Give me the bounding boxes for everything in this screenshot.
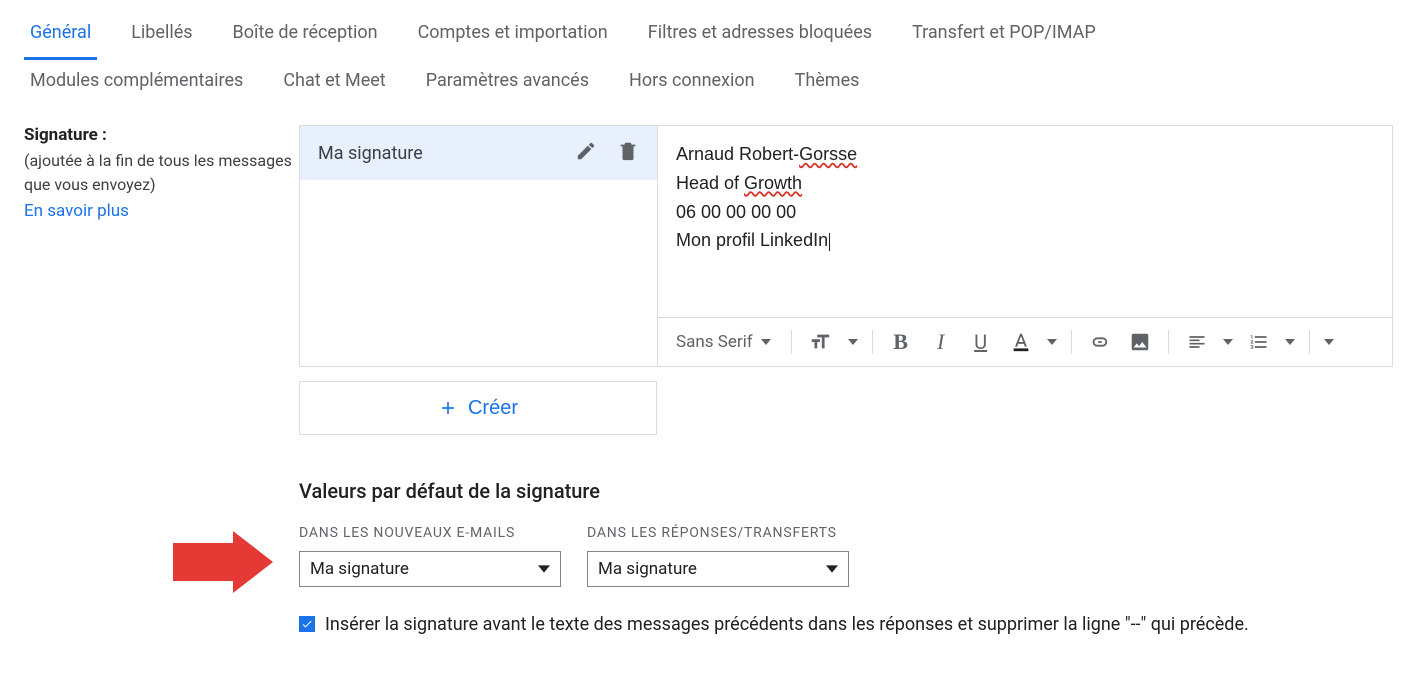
separator	[1309, 330, 1310, 354]
signature-item-actions	[575, 140, 639, 166]
signature-title: Signature :	[24, 125, 299, 145]
tab-general[interactable]: Général	[24, 12, 97, 60]
numbered-list-button[interactable]	[1245, 328, 1273, 356]
settings-tabs: Général Libellés Boîte de réception Comp…	[0, 0, 1417, 105]
signature-editor: Ma signature Arnaud Robert-Gorsse Head o…	[299, 125, 1393, 367]
sig-phone: 06 00 00 00 00	[676, 198, 1374, 227]
plus-icon	[438, 398, 458, 418]
signature-item-name: Ma signature	[318, 143, 423, 164]
tab-chat[interactable]: Chat et Meet	[277, 60, 391, 105]
separator	[791, 330, 792, 354]
caret-down-icon	[1047, 339, 1057, 345]
signature-textarea[interactable]: Arnaud Robert-Gorsse Head of Growth 06 0…	[658, 126, 1392, 317]
checkmark-icon	[301, 618, 313, 630]
font-family-picker[interactable]: Sans Serif	[670, 332, 777, 352]
image-button[interactable]	[1126, 328, 1154, 356]
tab-filters[interactable]: Filtres et adresses bloquées	[642, 12, 878, 60]
caret-down-icon	[761, 339, 771, 345]
underline-button[interactable]: U	[967, 328, 995, 356]
defaults-new-col: DANS LES NOUVEAUX E-MAILS Ma signature	[299, 525, 561, 587]
defaults-reply-col: DANS LES RÉPONSES/TRANSFERTS Ma signatur…	[587, 525, 849, 587]
font-size-button[interactable]	[806, 328, 834, 356]
reply-signature-select[interactable]: Ma signature	[587, 551, 849, 587]
chevron-down-icon	[826, 565, 838, 573]
italic-button[interactable]: I	[927, 328, 955, 356]
defaults-heading: Valeurs par défaut de la signature	[299, 479, 1393, 503]
tab-themes[interactable]: Thèmes	[789, 60, 866, 105]
tab-offline[interactable]: Hors connexion	[623, 60, 761, 105]
trash-icon[interactable]	[617, 140, 639, 166]
sig-linkedin: Mon profil LinkedIn	[676, 226, 1374, 255]
signature-list: Ma signature	[300, 126, 658, 366]
font-family-label: Sans Serif	[676, 332, 753, 352]
sig-role-misspell: Growth	[744, 173, 802, 193]
caret-down-icon	[848, 339, 858, 345]
separator	[1168, 330, 1169, 354]
create-button-label: Créer	[468, 397, 518, 420]
separator	[872, 330, 873, 354]
tab-forwarding[interactable]: Transfert et POP/IMAP	[906, 12, 1102, 60]
text-color-button[interactable]	[1007, 328, 1035, 356]
new-select-value: Ma signature	[310, 559, 409, 579]
tab-labels[interactable]: Libellés	[125, 12, 198, 60]
bold-button[interactable]: B	[887, 328, 915, 356]
sig-name-prefix: Arnaud Robert-	[676, 144, 799, 164]
format-toolbar: Sans Serif B I U	[658, 317, 1392, 366]
align-list-group	[1183, 328, 1295, 356]
tab-advanced[interactable]: Paramètres avancés	[420, 60, 595, 105]
signature-list-item[interactable]: Ma signature	[300, 126, 657, 180]
tab-accounts[interactable]: Comptes et importation	[412, 12, 614, 60]
align-button[interactable]	[1183, 328, 1211, 356]
pencil-icon[interactable]	[575, 140, 597, 166]
more-formatting-caret[interactable]	[1324, 339, 1334, 345]
defaults-new-label: DANS LES NOUVEAUX E-MAILS	[299, 525, 561, 541]
separator	[1071, 330, 1072, 354]
tab-addons[interactable]: Modules complémentaires	[24, 60, 249, 105]
content-area: Signature : (ajoutée à la fin de tous le…	[0, 105, 1417, 659]
insert-group	[1086, 328, 1154, 356]
sig-role-prefix: Head of	[676, 173, 744, 193]
sig-name-misspell: Gorsse	[799, 144, 857, 164]
caret-down-icon	[1223, 339, 1233, 345]
reply-select-value: Ma signature	[598, 559, 697, 579]
tab-inbox[interactable]: Boîte de réception	[227, 12, 384, 60]
signature-description: (ajoutée à la fin de tous les messages q…	[24, 149, 299, 197]
checkbox-label: Insérer la signature avant le texte des …	[325, 611, 1249, 639]
insert-before-checkbox-row: Insérer la signature avant le texte des …	[299, 611, 1393, 639]
signature-config-column: Ma signature Arnaud Robert-Gorsse Head o…	[299, 125, 1393, 639]
tabs-row-2: Modules complémentaires Chat et Meet Par…	[24, 60, 1393, 105]
insert-before-checkbox[interactable]	[299, 616, 315, 632]
signature-defaults: Valeurs par défaut de la signature DANS …	[299, 479, 1393, 639]
link-button[interactable]	[1086, 328, 1114, 356]
chevron-down-icon	[538, 565, 550, 573]
learn-more-link[interactable]: En savoir plus	[24, 201, 299, 221]
tabs-row-1: Général Libellés Boîte de réception Comp…	[24, 12, 1393, 60]
caret-down-icon	[1285, 339, 1295, 345]
text-style-group: B I U	[887, 328, 1057, 356]
new-emails-signature-select[interactable]: Ma signature	[299, 551, 561, 587]
defaults-selects-row: DANS LES NOUVEAUX E-MAILS Ma signature D…	[299, 525, 1393, 587]
red-arrow-annotation	[173, 531, 273, 593]
create-signature-button[interactable]: Créer	[299, 381, 657, 435]
defaults-reply-label: DANS LES RÉPONSES/TRANSFERTS	[587, 525, 849, 541]
signature-content-area: Arnaud Robert-Gorsse Head of Growth 06 0…	[658, 126, 1392, 366]
